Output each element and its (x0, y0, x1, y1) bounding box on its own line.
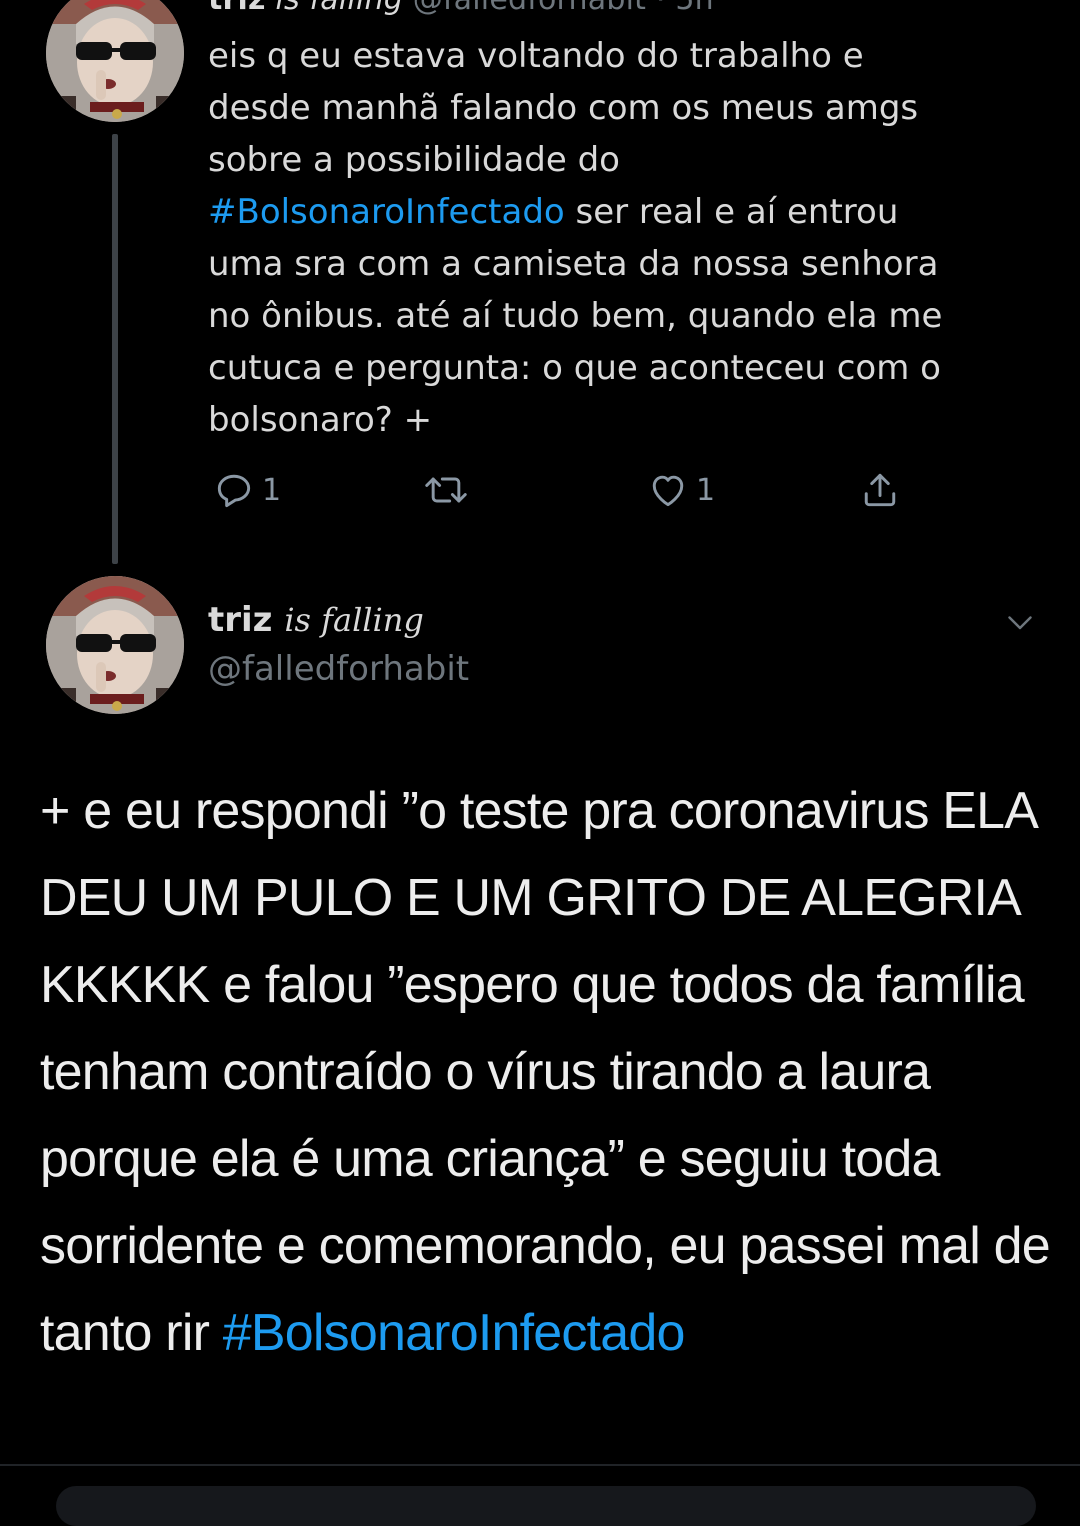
main-tweet-body: + e eu respondi ”o teste pra coronavirus… (40, 782, 1051, 1362)
like-count: 1 (696, 472, 716, 508)
parent-tweet-hashtag[interactable]: #BolsonaroInfectado (208, 192, 565, 232)
tweet-author[interactable]: triz is falling @falledforhabit (208, 598, 469, 692)
avatar[interactable] (46, 576, 184, 714)
heart-icon (652, 475, 684, 507)
avatar-photo (46, 0, 184, 122)
parent-tweet-header: triz is falling @falledforhabit · 5h (208, 0, 714, 17)
avatar-photo (46, 576, 184, 714)
chevron-down-icon (1008, 616, 1032, 630)
author-status: is falling (284, 601, 424, 639)
reply-composer-bar[interactable] (56, 1486, 1036, 1526)
parent-tweet-text-start: eis q eu estava voltando do trabalho e d… (208, 36, 919, 180)
author-handle[interactable]: @falledforhabit (208, 646, 469, 692)
tweet-menu-button[interactable] (1002, 604, 1038, 640)
share-icon (864, 473, 896, 507)
retweet-button[interactable] (422, 462, 476, 518)
parent-author-name[interactable]: triz (208, 0, 266, 17)
parent-author-handle[interactable]: @falledforhabit (413, 0, 646, 17)
author-display-name: triz (208, 600, 273, 640)
main-tweet-text: + e eu respondi ”o teste pra coronavirus… (40, 768, 1060, 1377)
like-button[interactable]: 1 (646, 462, 715, 518)
retweet-icon (425, 477, 467, 503)
thread-connector-line (112, 134, 118, 564)
parent-tweet-actions: 1 1 (208, 462, 928, 518)
divider (0, 1464, 1080, 1466)
author-name[interactable]: triz is falling (208, 598, 469, 642)
avatar[interactable] (46, 0, 184, 122)
main-tweet-hashtag[interactable]: #BolsonaroInfectado (223, 1304, 686, 1362)
parent-tweet-text: eis q eu estava voltando do trabalho e d… (208, 30, 1038, 446)
tweet-thread-screen: triz is falling @falledforhabit · 5h eis… (0, 0, 1080, 1526)
share-button[interactable] (858, 462, 902, 518)
parent-tweet-time[interactable]: · 5h (656, 0, 714, 17)
parent-author-status: is falling (275, 0, 403, 17)
reply-button[interactable]: 1 (212, 462, 281, 518)
reply-count: 1 (262, 472, 282, 508)
reply-icon (217, 474, 251, 508)
